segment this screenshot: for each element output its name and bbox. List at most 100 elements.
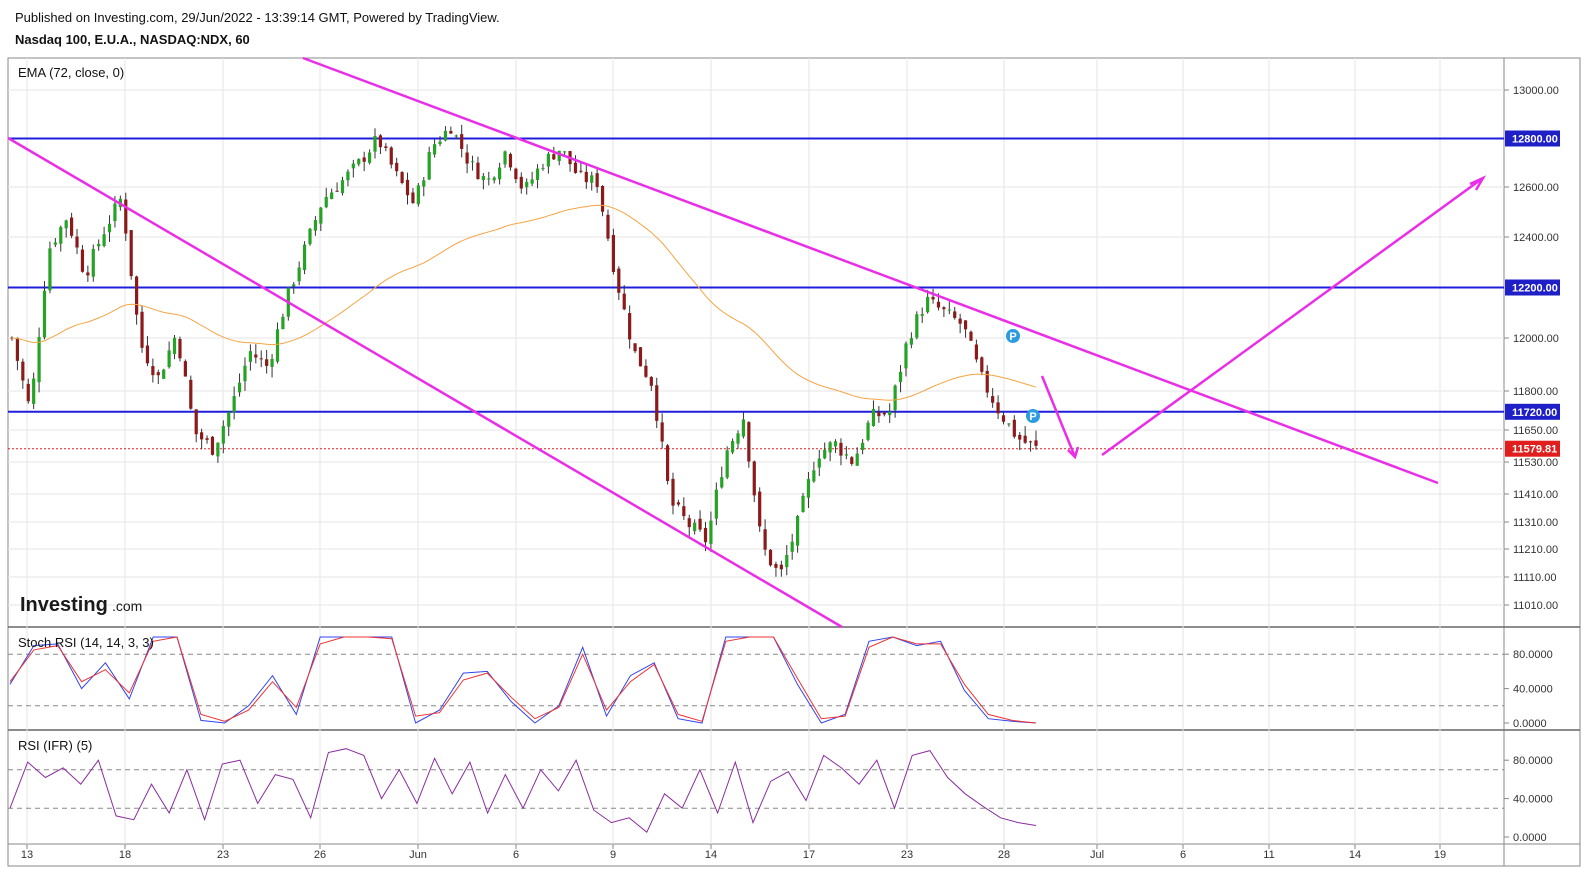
candle-body: [75, 236, 79, 248]
grid: [8, 58, 1504, 844]
candle-body: [904, 343, 908, 369]
candle-body: [481, 175, 485, 181]
series-line: [9, 748, 1037, 833]
candle-body: [216, 442, 220, 457]
candle-body: [200, 432, 204, 440]
candle-body: [931, 296, 935, 300]
candle-body: [747, 422, 751, 462]
candle-body: [335, 190, 339, 192]
candle-body: [958, 318, 962, 324]
candle-body: [877, 412, 881, 417]
candle-body: [265, 359, 269, 366]
candle-body: [638, 347, 643, 367]
price-tick-label: 11800.00: [1513, 386, 1558, 398]
candle-body: [308, 228, 312, 245]
candle-body: [866, 422, 870, 440]
candle-body: [963, 320, 968, 330]
time-tick-label: 6: [513, 849, 519, 861]
candle-body: [443, 130, 448, 141]
candle-body: [1023, 435, 1027, 443]
candle-body: [227, 412, 231, 427]
candle-body: [871, 409, 876, 426]
candle-body: [330, 192, 334, 199]
candle-body: [275, 329, 280, 362]
time-tick-label: 26: [314, 849, 326, 861]
candle-body: [373, 135, 377, 152]
candle-body: [730, 441, 735, 453]
candle-body: [709, 520, 713, 544]
candle-body: [617, 268, 621, 293]
candle-body: [714, 489, 718, 519]
candle-body: [205, 438, 209, 440]
candle-body: [1034, 440, 1038, 446]
candle-body: [898, 371, 903, 383]
price-tick-label: 12400.00: [1513, 232, 1559, 244]
candle-body: [861, 442, 865, 450]
candle-body: [324, 196, 328, 208]
candle-body: [606, 214, 610, 239]
candle-body: [48, 248, 52, 291]
candle-body: [779, 564, 783, 570]
candle-body: [102, 234, 106, 246]
candle-body: [579, 170, 583, 172]
candle-body: [698, 518, 702, 530]
candle-body: [844, 454, 848, 456]
candle-body: [384, 146, 388, 148]
candle-body: [752, 461, 756, 496]
candle-body: [758, 491, 762, 527]
candle-body: [974, 344, 979, 360]
series-line: [9, 636, 1037, 724]
candle-body: [465, 152, 469, 164]
candle-body: [32, 378, 36, 404]
candle-body: [644, 365, 648, 377]
candle-body: [64, 220, 68, 229]
candle-body: [129, 230, 133, 277]
candle-body: [790, 541, 794, 552]
p-marker-icon: P: [1026, 409, 1040, 423]
candles: [10, 124, 1038, 577]
pane-tick-label: 40.0000: [1513, 684, 1553, 696]
candle-body: [405, 179, 410, 196]
svg-text:P: P: [1029, 411, 1036, 423]
candle-body: [1001, 415, 1006, 422]
candle-body: [828, 442, 832, 453]
candle-body: [823, 449, 827, 459]
candle-body: [433, 144, 437, 155]
candle-body: [135, 276, 139, 315]
candle-body: [367, 152, 372, 163]
pane-tick-label: 80.0000: [1513, 649, 1553, 661]
p-marker-icon: P: [1006, 329, 1020, 343]
candle-body: [292, 284, 296, 287]
price-tag-label: 12200.00: [1512, 283, 1558, 295]
candle-body: [313, 220, 318, 231]
ema-indicator-label: EMA (72, close, 0): [18, 65, 124, 80]
candle-body: [611, 235, 615, 273]
candle-body: [996, 402, 1000, 414]
price-tick-label: 12600.00: [1513, 182, 1559, 194]
candle-body: [69, 217, 74, 236]
time-tick-label: Jul: [1090, 849, 1104, 861]
candle-body: [736, 433, 740, 444]
candle-body: [449, 130, 453, 134]
price-tick-label: 12000.00: [1513, 333, 1559, 345]
candle-body: [416, 185, 420, 205]
candle-body: [107, 223, 112, 233]
trendline: [1040, 375, 1077, 458]
candle-body: [178, 338, 182, 359]
price-chart[interactable]: 13000.00 12600.00 12400.00 12000.00 11800.00…: [0, 0, 1585, 874]
candle-body: [167, 350, 171, 368]
candle-body: [145, 345, 150, 364]
candle-body: [552, 154, 556, 160]
candle-body: [351, 163, 355, 169]
candle-body: [839, 442, 843, 456]
candle-body: [189, 379, 193, 409]
candle-body: [503, 151, 507, 165]
candle-body: [80, 249, 85, 272]
candle-body: [194, 409, 198, 435]
candle-body: [768, 549, 773, 566]
candle-body: [59, 227, 63, 244]
candle-body: [584, 171, 588, 183]
candle-body: [563, 151, 567, 153]
candle-body: [237, 382, 242, 393]
candle-body: [888, 411, 892, 416]
